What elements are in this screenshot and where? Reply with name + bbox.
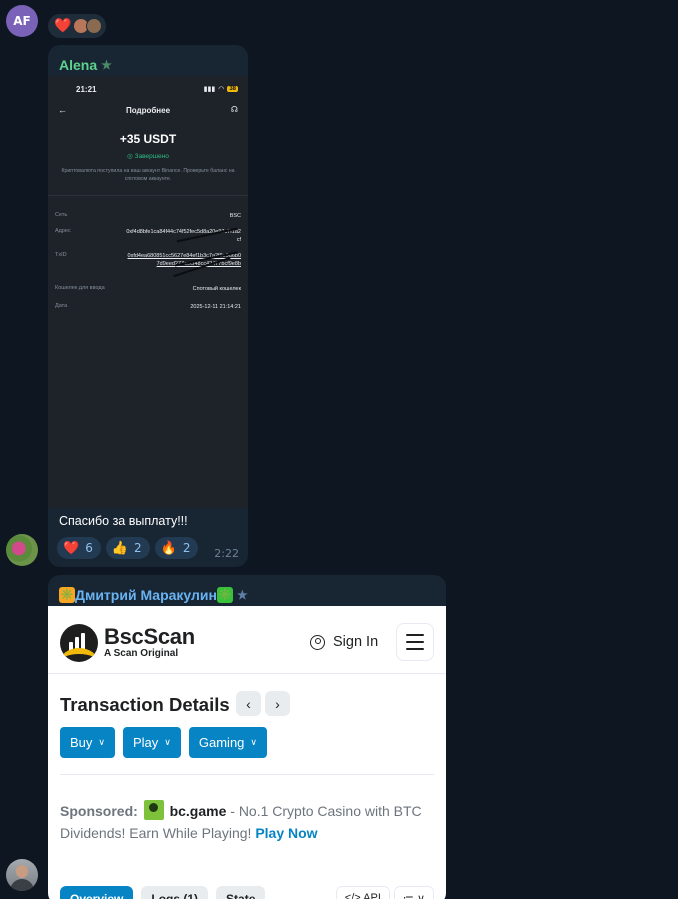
avatar[interactable]: AF — [6, 5, 38, 37]
tab-overview[interactable]: Overview — [60, 886, 134, 899]
star-icon: ★ — [101, 58, 112, 72]
divider — [48, 195, 248, 196]
message-bubble[interactable]: Alena ★ 21:21 ▮▮▮ ◠ 38 ← Подробнее ☊ +35… — [48, 45, 248, 567]
sender-name-text: Дмитрий Маракулин — [75, 587, 217, 603]
pill-label: Gaming — [198, 735, 245, 750]
logo-arc — [60, 648, 98, 662]
status-text: Завершено — [134, 153, 169, 160]
reactor-avatar — [86, 18, 103, 34]
tab-state[interactable]: State — [216, 886, 266, 899]
pill-label: Play — [133, 735, 159, 750]
menu-line — [406, 634, 424, 636]
sparkle-icon: ✳️ — [216, 587, 233, 603]
api-button[interactable]: </> API — [335, 886, 390, 899]
detail-row: Сеть BSC — [55, 212, 241, 220]
tool-buttons: </> API ≔ ∨ — [335, 886, 434, 899]
row-label: Кошелек для ввода — [55, 285, 105, 291]
sponsor-name[interactable]: bc.game — [170, 803, 227, 819]
gaming-button[interactable]: Gaming ∨ — [188, 727, 268, 758]
sponsored-banner: Sponsored: bc.game - No.1 Crypto Casino … — [60, 800, 434, 844]
brand-tagline: A Scan Original — [104, 648, 179, 659]
row-label: Адрес — [55, 228, 71, 234]
bcgame-logo-icon — [143, 800, 164, 820]
menu-line — [406, 641, 424, 643]
list-options-button[interactable]: ≔ ∨ — [393, 886, 434, 899]
chevron-left-icon[interactable]: ‹ — [236, 691, 261, 716]
chevron-down-icon: ∨ — [98, 737, 105, 747]
reaction-count: 6 — [85, 541, 93, 555]
row-value: Спотовый кошелек — [192, 286, 241, 292]
photo-attachment[interactable]: BscScan A Scan Original Sign In Transact… — [48, 606, 446, 899]
row-label: TxID — [55, 252, 67, 258]
battery-icon: 38 — [227, 86, 238, 92]
row-value: BSC — [229, 213, 241, 219]
sign-in-label: Sign In — [333, 634, 379, 650]
reaction-count: 2 — [182, 541, 191, 555]
sign-in-link[interactable]: Sign In — [310, 634, 378, 650]
photo-attachment[interactable]: 21:21 ▮▮▮ ◠ 38 ← Подробнее ☊ +35 USDT ◎ … — [48, 76, 248, 508]
divider — [60, 774, 434, 775]
menu-line — [406, 648, 424, 650]
status-badge: ◎ Завершено — [127, 153, 169, 160]
row-label: Сеть — [55, 212, 68, 218]
fire-icon: 🔥 — [160, 540, 177, 556]
message-bubble[interactable]: ✳️ Дмитрий Маракулин ✳️ ★ BscScan A Scan… — [48, 575, 446, 899]
reaction-count: 2 — [134, 541, 142, 555]
deposit-note: Криптовалюта поступила на ваш аккаунт Bi… — [61, 168, 235, 182]
screen-title: Подробнее — [125, 106, 171, 115]
clock: 21:21 — [76, 85, 97, 94]
user-icon — [310, 634, 325, 650]
detail-row: TxID 0xfd4ea680851cc5627e84ef1b3c7a2f8e9… — [55, 252, 241, 268]
play-now-link[interactable]: Play Now — [255, 825, 317, 841]
play-button[interactable]: Play ∨ — [123, 727, 181, 758]
chevron-right-icon[interactable]: › — [265, 691, 290, 716]
promo-buttons: Buy ∨ Play ∨ Gaming ∨ — [60, 727, 268, 758]
chevron-down-icon: ∨ — [250, 737, 258, 747]
status-icons: ▮▮▮ ◠ 38 — [204, 85, 238, 93]
thumbs-up-icon: 👍 — [111, 540, 129, 556]
signal-icon: ▮▮▮ — [203, 86, 216, 93]
sponsored-label: Sponsored: — [60, 803, 138, 819]
avatar-alena[interactable] — [6, 534, 38, 566]
heart-icon: ❤️ — [54, 18, 72, 34]
sender-name-text: Alena — [59, 57, 98, 73]
hamburger-menu-button[interactable] — [396, 623, 434, 661]
sender-name[interactable]: Alena ★ — [48, 45, 248, 76]
wifi-icon: ◠ — [218, 86, 225, 93]
reaction-heart[interactable]: ❤️ 6 — [57, 537, 101, 559]
row-value: 2025-12-11 21:14:21 — [190, 304, 241, 310]
detail-row: Дата 2025-12-11 21:14:21 — [55, 303, 241, 311]
amount: +35 USDT — [119, 132, 177, 146]
reactions: ❤️ 6 👍 2 🔥 2 — [57, 537, 199, 559]
message-text: Спасибо за выплату!!! — [59, 514, 188, 528]
detail-row: Кошелек для ввода Спотовый кошелек — [55, 285, 241, 293]
page-title: Transaction Details — [60, 694, 230, 715]
bscscan-logo-icon — [60, 624, 98, 662]
site-header: BscScan A Scan Original Sign In — [48, 606, 446, 674]
row-label: Дата — [55, 303, 68, 309]
sender-name[interactable]: ✳️ Дмитрий Маракулин ✳️ ★ — [48, 575, 446, 606]
reaction-chip[interactable]: ❤️ — [48, 14, 106, 38]
avatar-dmitry[interactable] — [6, 859, 38, 891]
tab-logs[interactable]: Logs (1) — [141, 886, 209, 899]
message-time: 2:22 — [214, 547, 239, 560]
sparkle-icon: ✳️ — [59, 587, 75, 603]
buy-button[interactable]: Buy ∨ — [60, 727, 115, 758]
heart-icon: ❤️ — [63, 540, 80, 556]
headset-icon: ☊ — [230, 105, 238, 114]
reaction-fire[interactable]: 🔥 2 — [154, 537, 199, 559]
reaction-thumbs-up[interactable]: 👍 2 — [105, 537, 150, 559]
tab-bar: Overview Logs (1) State — [60, 886, 266, 899]
chevron-down-icon: ∨ — [164, 737, 171, 747]
star-icon: ★ — [236, 588, 248, 602]
brand-name: BscScan — [104, 624, 195, 649]
pill-label: Buy — [70, 735, 93, 750]
detail-row: Адрес 0xf4d8bfe1ca84f44c74f52fec5d8a20e9… — [55, 228, 241, 244]
